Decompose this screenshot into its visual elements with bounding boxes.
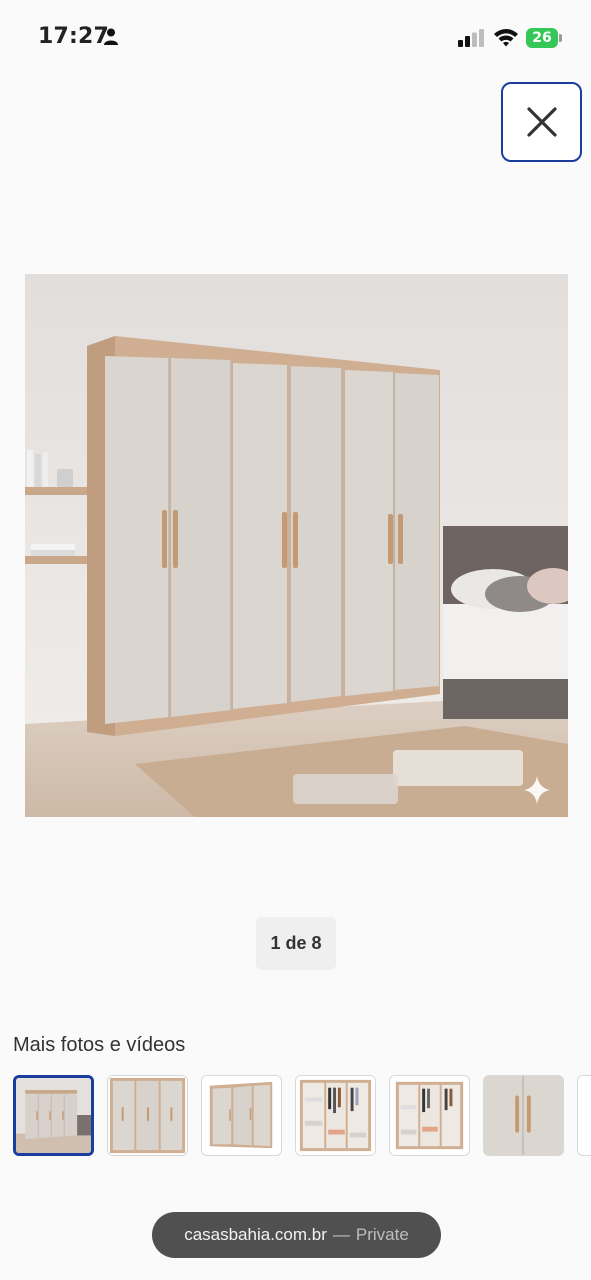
close-icon bbox=[526, 107, 557, 137]
cellular-signal-icon bbox=[458, 29, 484, 47]
thumbnail-5[interactable] bbox=[389, 1075, 470, 1156]
private-mode-label: Private bbox=[355, 1225, 409, 1244]
battery-level: 26 bbox=[526, 28, 558, 48]
person-icon bbox=[104, 28, 118, 45]
thumbnail-strip[interactable] bbox=[13, 1075, 591, 1157]
wifi-icon bbox=[494, 29, 518, 47]
browser-url-pill[interactable]: casasbahia.com.br — Private bbox=[152, 1212, 441, 1258]
thumbnail-6[interactable] bbox=[483, 1075, 564, 1156]
url-separator: — bbox=[332, 1225, 350, 1244]
thumbnail-1[interactable] bbox=[13, 1075, 94, 1156]
battery-indicator: 26 bbox=[526, 27, 562, 49]
thumbnail-7[interactable] bbox=[577, 1075, 591, 1156]
thumbnail-3[interactable] bbox=[201, 1075, 282, 1156]
thumbnail-2[interactable] bbox=[107, 1075, 188, 1156]
thumbnail-4[interactable] bbox=[295, 1075, 376, 1156]
url-domain: casasbahia.com.br bbox=[184, 1225, 327, 1244]
status-time: 17:27 bbox=[38, 24, 110, 49]
close-button[interactable] bbox=[501, 82, 582, 162]
gallery-counter: 1 de 8 bbox=[256, 917, 336, 970]
battery-tip bbox=[559, 34, 562, 42]
status-bar: 17:27 26 bbox=[0, 0, 591, 78]
product-image[interactable] bbox=[25, 274, 568, 817]
more-media-title: Mais fotos e vídeos bbox=[13, 1034, 186, 1056]
